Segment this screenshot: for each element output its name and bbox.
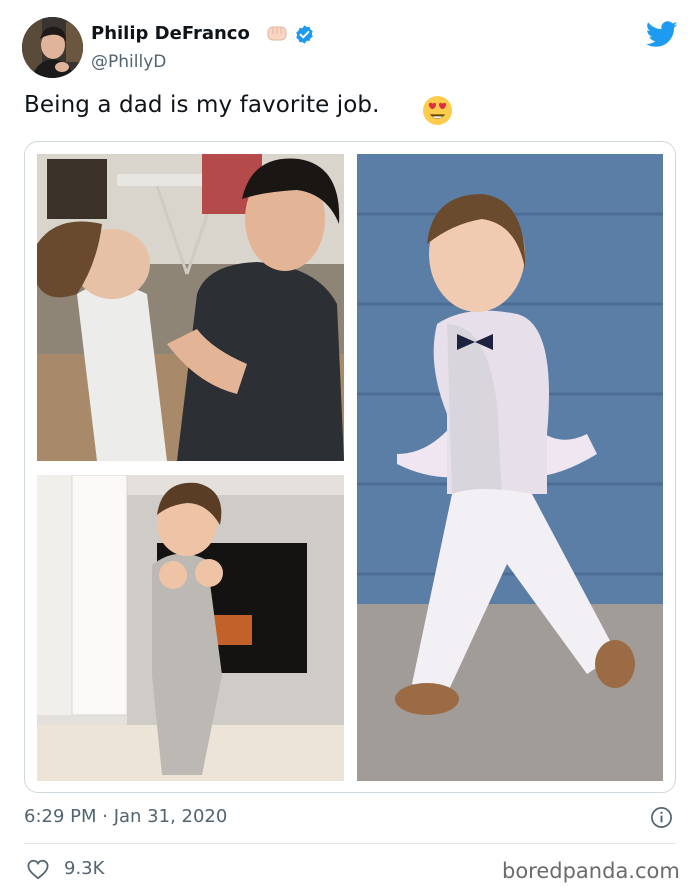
- verified-badge-icon: [294, 24, 315, 45]
- tweet-header: Philip DeFranco @PhillyD: [22, 17, 682, 81]
- heart-icon[interactable]: [27, 859, 49, 880]
- tweet-text: Being a dad is my favorite job.: [24, 92, 380, 118]
- like-count: 9.3K: [64, 858, 105, 879]
- info-icon[interactable]: [650, 806, 673, 829]
- user-handle[interactable]: @PhillyD: [91, 52, 166, 72]
- watermark: boredpanda.com: [502, 859, 680, 883]
- photo-son-by-fireplace[interactable]: [37, 475, 344, 781]
- avatar[interactable]: [22, 17, 83, 78]
- tweet-timestamp[interactable]: 6:29 PM · Jan 31, 2020: [24, 806, 227, 827]
- photo-dad-with-son[interactable]: [37, 154, 344, 461]
- twitter-bird-icon[interactable]: [645, 21, 678, 48]
- photo-son-posing-outside[interactable]: [357, 154, 663, 781]
- heart-eyes-emoji-icon: [422, 95, 453, 126]
- display-name[interactable]: Philip DeFranco: [91, 23, 250, 44]
- raised-fist-icon: [266, 23, 288, 43]
- divider: [24, 843, 676, 844]
